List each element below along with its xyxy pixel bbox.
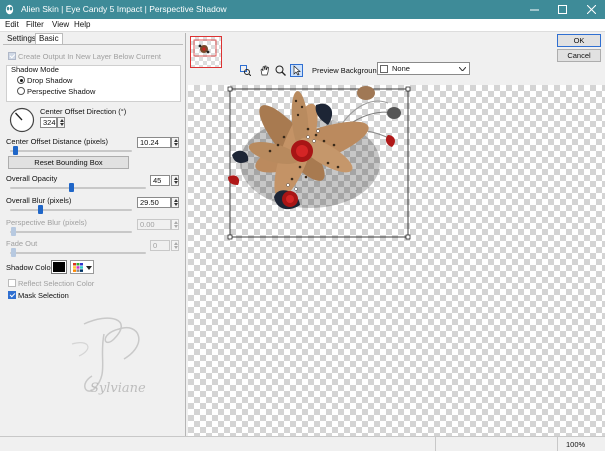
status-bar: 100% xyxy=(0,436,605,451)
center-offset-distance-spinner[interactable] xyxy=(171,137,179,148)
status-zoom-cell: 100% xyxy=(557,437,605,451)
create-output-checkbox[interactable] xyxy=(8,52,16,60)
preview-canvas[interactable] xyxy=(188,85,605,436)
minimize-button[interactable] xyxy=(520,0,548,19)
overall-blur-track xyxy=(10,209,132,211)
maximize-icon xyxy=(557,5,567,14)
shadow-color-swatch[interactable] xyxy=(51,260,67,274)
chevron-down-icon xyxy=(459,67,466,71)
center-offset-distance-label: Center Offset Distance (pixels) xyxy=(6,137,108,146)
color-palette-dropdown[interactable] xyxy=(70,260,94,274)
perspective-blur-track xyxy=(10,231,132,233)
arrow-pointer-icon xyxy=(293,65,301,76)
perspective-blur-label: Perspective Blur (pixels) xyxy=(6,218,87,227)
fade-out-label: Fade Out xyxy=(6,239,38,248)
mask-selection-checkbox[interactable] xyxy=(8,291,16,299)
zoom-level: 100% xyxy=(566,440,586,449)
overall-blur-slider[interactable] xyxy=(38,205,43,214)
shadow-color-fill xyxy=(53,262,65,272)
ok-button[interactable]: OK xyxy=(557,34,601,47)
menu-view[interactable]: View xyxy=(52,20,69,29)
overall-opacity-label: Overall Opacity xyxy=(6,174,58,183)
minimize-icon xyxy=(529,9,539,11)
hand-tool-button[interactable] xyxy=(258,64,271,77)
shadow-color-label: Shadow Color xyxy=(6,263,54,272)
close-icon xyxy=(586,5,596,14)
window-title: Alien Skin | Eye Candy 5 Impact | Perspe… xyxy=(21,4,227,14)
menu-bar: Edit Filter View Help xyxy=(0,19,605,32)
preview-background-value: None xyxy=(392,64,410,73)
overall-blur-spinner[interactable] xyxy=(171,197,179,208)
fade-out-track xyxy=(10,252,146,254)
menu-edit[interactable]: Edit xyxy=(5,20,19,29)
center-offset-direction-label: Center Offset Direction (°) xyxy=(40,107,127,116)
center-offset-distance-slider[interactable] xyxy=(13,146,18,155)
overall-blur-input[interactable]: 29.50 xyxy=(137,197,171,208)
zoom-magnifier-icon xyxy=(240,65,251,76)
bbox-handle-ne[interactable] xyxy=(405,86,411,92)
perspective-blur-slider[interactable] xyxy=(11,227,16,236)
fade-out-slider[interactable] xyxy=(11,248,16,257)
perspective-shadow-label: Perspective Shadow xyxy=(27,87,96,96)
select-tool-button[interactable] xyxy=(290,64,303,77)
tab-divider xyxy=(3,44,183,45)
flower-artwork xyxy=(228,86,401,210)
preview-background-label: Preview Background: xyxy=(312,66,383,75)
center-offset-direction-input[interactable]: 324 xyxy=(40,117,57,128)
overall-opacity-slider[interactable] xyxy=(69,183,74,192)
bbox-handle-sw[interactable] xyxy=(227,234,233,240)
title-bar: Alien Skin | Eye Candy 5 Impact | Perspe… xyxy=(0,0,605,19)
bbox-handle-se[interactable] xyxy=(405,234,411,240)
zoom-tool-button[interactable] xyxy=(239,64,252,77)
perspective-shadow-radio[interactable] xyxy=(17,87,25,95)
drop-shadow-label: Drop Shadow xyxy=(27,76,73,85)
chevron-down-icon xyxy=(86,266,92,270)
fade-out-spinner[interactable] xyxy=(171,240,179,251)
preview-background-select[interactable]: None xyxy=(377,62,470,75)
create-output-label: Create Output In New Layer Below Current xyxy=(18,52,161,61)
bbox-handle-nw[interactable] xyxy=(227,86,233,92)
reset-bounding-box-button[interactable]: Reset Bounding Box xyxy=(8,156,129,169)
drop-shadow-radio[interactable] xyxy=(17,76,25,84)
watermark-signature: Sylviane xyxy=(90,381,146,396)
close-window-button[interactable] xyxy=(577,0,605,19)
settings-panel: Settings Basic Create Output In New Laye… xyxy=(0,33,186,436)
zoom-in-tool-button[interactable] xyxy=(274,64,287,77)
center-offset-distance-input[interactable]: 10.24 xyxy=(137,137,171,148)
background-swatch-icon xyxy=(380,65,388,73)
overall-opacity-spinner[interactable] xyxy=(171,175,179,186)
menu-filter[interactable]: Filter xyxy=(26,20,44,29)
overall-opacity-input[interactable]: 45 xyxy=(150,175,170,186)
reflect-selection-color-checkbox[interactable] xyxy=(8,279,16,287)
preview-toolbar: Preview Background: None OK Cancel xyxy=(188,33,605,85)
maximize-button[interactable] xyxy=(548,0,576,19)
center-offset-distance-track xyxy=(10,150,132,152)
menu-help[interactable]: Help xyxy=(74,20,90,29)
overall-opacity-track xyxy=(10,187,146,189)
preview-image xyxy=(227,86,411,240)
alien-skin-app-icon xyxy=(5,4,14,15)
status-cell xyxy=(435,437,557,451)
cancel-button[interactable]: Cancel xyxy=(557,49,601,62)
center-offset-direction-spinner[interactable] xyxy=(57,117,65,128)
overall-blur-label: Overall Blur (pixels) xyxy=(6,196,72,205)
shadow-mode-label: Shadow Mode xyxy=(11,65,59,74)
direction-dial[interactable] xyxy=(9,107,35,133)
fade-out-input[interactable]: 0 xyxy=(150,240,170,251)
zoom-in-icon xyxy=(275,65,286,76)
watermark-logo: Sylviane xyxy=(71,317,146,396)
navigator-thumbnail[interactable] xyxy=(190,36,222,68)
hand-pan-icon xyxy=(260,65,269,76)
mask-selection-label: Mask Selection xyxy=(18,291,69,300)
perspective-blur-spinner[interactable] xyxy=(171,219,179,230)
palette-grid-icon xyxy=(73,263,83,272)
perspective-blur-input[interactable]: 0.00 xyxy=(137,219,171,230)
thumbnail-flower-icon xyxy=(193,39,217,57)
reflect-selection-color-label: Reflect Selection Color xyxy=(18,279,95,288)
